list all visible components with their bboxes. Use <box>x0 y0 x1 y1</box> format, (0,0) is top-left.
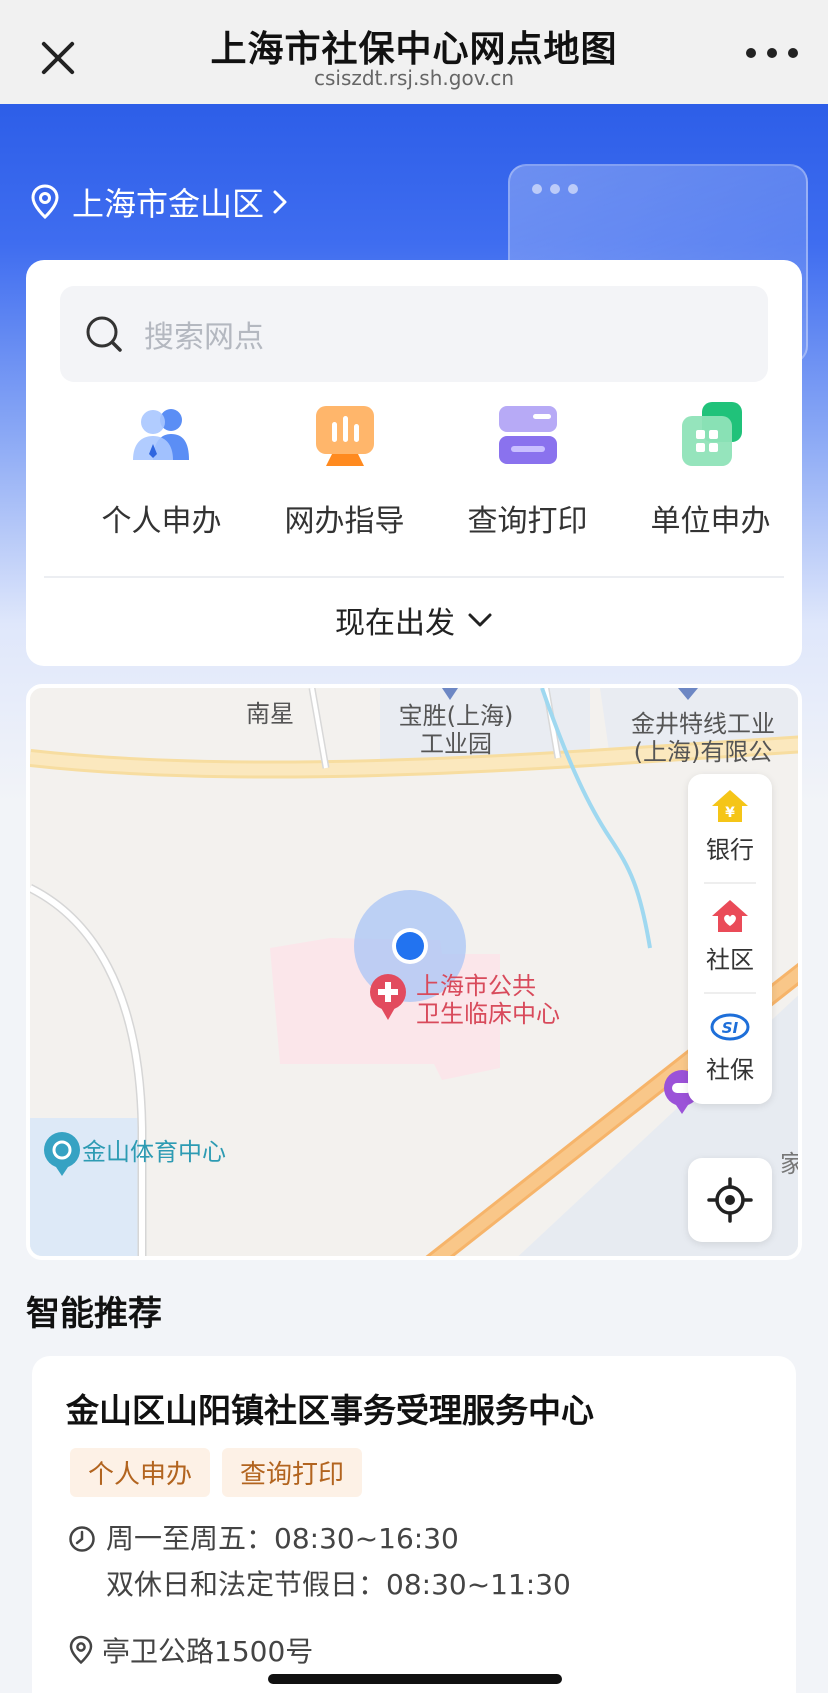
more-options-icon[interactable] <box>746 46 798 60</box>
title-bar: 上海市社保中心网点地图 csiszdt.rsj.sh.gov.cn <box>0 0 828 104</box>
page-url: csiszdt.rsj.sh.gov.cn <box>313 66 515 90</box>
service-shortcuts: 个人申办 网办指导 查询打印 单位申办 <box>26 400 802 540</box>
service-online-guide[interactable]: 网办指导 <box>253 400 436 540</box>
chevron-down-icon <box>468 613 492 627</box>
map-label-nanxing: 南星 <box>246 700 294 728</box>
svg-text:¥: ¥ <box>725 805 735 821</box>
community-icon <box>712 900 748 932</box>
service-tags: 个人申办 查询打印 <box>70 1448 363 1497</box>
address-row: 亭卫公路1500号 <box>68 1630 313 1670</box>
print-icon <box>498 406 557 464</box>
tag-personal: 个人申办 <box>70 1448 211 1497</box>
depart-now-dropdown[interactable]: 现在出发 <box>26 598 802 642</box>
service-company[interactable]: 单位申办 <box>619 400 802 540</box>
social-security-icon: SI <box>710 1013 750 1041</box>
service-query-print[interactable]: 查询打印 <box>436 400 619 540</box>
map-label-baosheng: 宝胜(上海) 工业园 <box>398 702 514 758</box>
filter-label: 社保 <box>706 1056 754 1084</box>
crosshair-icon <box>707 1177 753 1223</box>
divider <box>704 992 756 994</box>
service-center-name: 金山区山阳镇社区事务受理服务中心 <box>66 1391 594 1430</box>
filter-label: 银行 <box>706 836 754 864</box>
hours-weekend: 双休日和法定节假日：08:30~11:30 <box>106 1568 571 1601</box>
section-title-recommend: 智能推荐 <box>26 1294 162 1334</box>
hours-weekday: 周一至周五：08:30~16:30 <box>106 1522 459 1555</box>
address-text: 亭卫公路1500号 <box>102 1635 314 1668</box>
tag-query-print: 查询打印 <box>222 1448 363 1497</box>
map-poi-sports-center[interactable]: 金山体育中心 <box>82 1138 226 1166</box>
service-label: 单位申办 <box>650 504 771 539</box>
chevron-right-icon <box>273 190 287 214</box>
company-icon <box>681 402 742 466</box>
divider <box>704 882 756 884</box>
service-personal[interactable]: 个人申办 <box>70 400 253 540</box>
locate-me-button[interactable] <box>688 1158 772 1242</box>
service-label: 网办指导 <box>284 504 405 539</box>
location-label: 上海市金山区 <box>72 185 265 223</box>
search-placeholder: 搜索网点 <box>144 320 264 355</box>
search-input[interactable]: 搜索网点 <box>60 286 768 382</box>
home-indicator <box>268 1674 562 1684</box>
search-icon <box>86 316 122 352</box>
bank-icon: ¥ <box>712 790 748 822</box>
map-view[interactable]: 南星 宝胜(上海) 工业园 金井特线工业 (上海)有限公 上海市公共 卫生临床中… <box>26 684 802 1260</box>
filter-label: 社区 <box>706 946 754 974</box>
service-label: 个人申办 <box>101 504 222 539</box>
divider <box>44 576 784 578</box>
guide-icon <box>315 406 374 466</box>
service-label: 查询打印 <box>467 504 588 539</box>
filter-community[interactable]: 社区 <box>688 898 772 975</box>
map-label-jia: 家 <box>780 1150 802 1178</box>
location-selector[interactable]: 上海市金山区 <box>30 180 288 224</box>
recommend-card[interactable]: 金山区山阳镇社区事务受理服务中心 个人申办 查询打印 周一至周五：08:30~1… <box>32 1356 796 1693</box>
opening-hours: 周一至周五：08:30~16:30 双休日和法定节假日：08:30~11:30 <box>68 1516 571 1608</box>
page-title: 上海市社保中心网点地图 <box>210 29 618 70</box>
map-filter-panel: ¥ 银行 社区 SI 社保 <box>688 774 772 1104</box>
map-poi-hospital[interactable]: 上海市公共 卫生临床中心 <box>416 972 560 1028</box>
filter-social-security[interactable]: SI 社保 <box>688 1008 772 1085</box>
clock-icon <box>69 1526 95 1552</box>
map-label-jinjing: 金井特线工业 (上海)有限公 <box>631 710 775 766</box>
svg-text:SI: SI <box>722 1019 739 1037</box>
depart-label: 现在出发 <box>335 606 455 641</box>
location-pin-icon <box>69 1635 93 1665</box>
location-pin-icon <box>31 184 59 220</box>
filter-bank[interactable]: ¥ 银行 <box>688 788 772 865</box>
person-icon <box>132 409 189 460</box>
search-card: 搜索网点 个人申办 网办指导 查询打印 单位申办 现在出发 <box>26 260 802 666</box>
